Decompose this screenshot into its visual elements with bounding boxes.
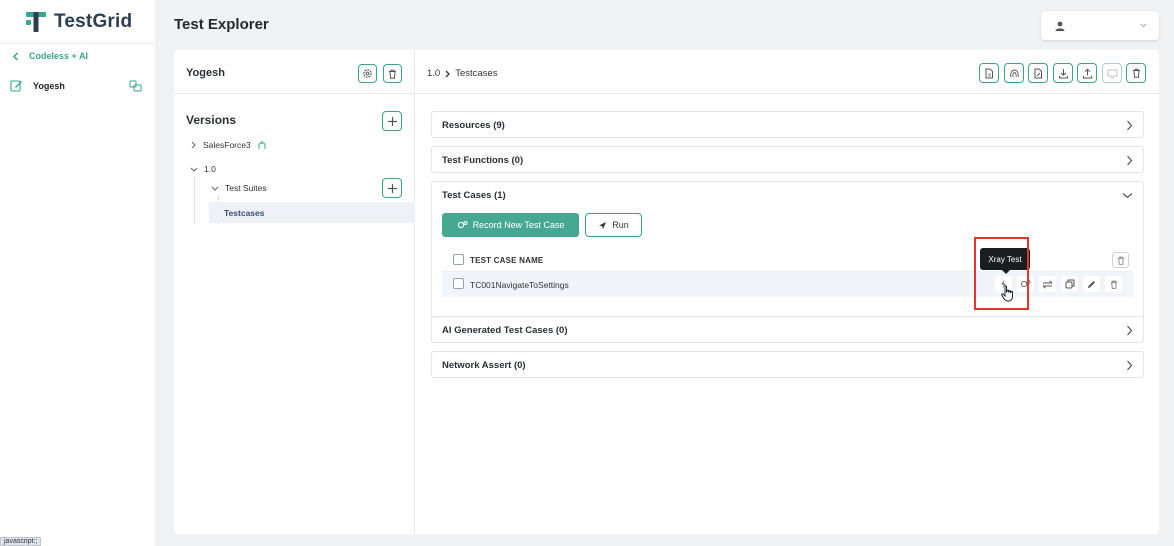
record-gear-icon — [457, 221, 468, 229]
add-suite-button[interactable] — [382, 178, 402, 198]
project-tree-pane: Yogesh Versions SalesForce3 1.0 Test Sui… — [174, 50, 415, 534]
project-delete-button[interactable] — [383, 64, 402, 83]
tree-guide-line — [194, 176, 195, 224]
breadcrumb-current: Testcases — [455, 68, 498, 79]
toolbar-edit-file-button[interactable] — [1028, 63, 1048, 83]
pencil-icon — [1088, 280, 1095, 288]
project-header: Yogesh — [174, 50, 415, 94]
record-new-test-case-button[interactable]: Record New Test Case — [442, 213, 579, 237]
tree-item-version[interactable]: 1.0 — [190, 164, 216, 174]
toolbar-fingerprint-button[interactable] — [1004, 63, 1024, 83]
chevron-right-icon — [1127, 120, 1133, 131]
chevron-down-icon — [1140, 23, 1147, 28]
plus-icon — [387, 116, 397, 126]
plus-icon — [387, 183, 397, 193]
section-test-functions-label: Test Functions (0) — [442, 155, 524, 166]
toolbar-delete-button[interactable] — [1126, 63, 1146, 83]
table-row[interactable]: TC001NavigateToSettings — [442, 272, 1133, 297]
back-to-codeless-link[interactable]: Codeless + AI — [12, 51, 88, 61]
edit-test-case-button[interactable] — [1083, 276, 1100, 292]
section-ai-generated-label: AI Generated Test Cases (0) — [442, 325, 568, 336]
switch-project-icon[interactable] — [129, 80, 142, 94]
tree-item-project[interactable]: SalesForce3 — [190, 140, 267, 150]
send-icon — [599, 221, 607, 229]
testgrid-logo-icon — [26, 12, 46, 32]
versions-title: Versions — [186, 113, 237, 127]
upload-icon — [1082, 68, 1092, 78]
trash-icon — [1117, 256, 1124, 265]
run-button-label: Run — [612, 220, 629, 230]
tree-project-label: SalesForce3 — [203, 140, 251, 150]
test-case-name[interactable]: TC001NavigateToSettings — [470, 280, 569, 290]
chevron-right-icon — [445, 70, 451, 77]
select-all-checkbox[interactable] — [453, 254, 464, 265]
bulk-delete-button[interactable] — [1112, 252, 1129, 268]
delete-test-case-button[interactable] — [1105, 276, 1122, 292]
trash-icon — [389, 69, 396, 79]
testgrid-logo[interactable]: TestGrid — [26, 11, 132, 33]
project-settings-button[interactable] — [358, 64, 377, 83]
section-resources-label: Resources (9) — [442, 120, 505, 131]
chevron-right-icon — [1127, 325, 1133, 336]
toolbar-upload-button[interactable] — [1077, 63, 1097, 83]
nav-divider — [0, 43, 155, 44]
copy-test-case-button[interactable] — [1061, 276, 1078, 292]
tree-item-test-suites[interactable]: Test Suites — [211, 183, 267, 193]
chevron-right-icon — [191, 141, 196, 149]
fingerprint-icon — [1009, 69, 1019, 77]
left-navigation: TestGrid Codeless + AI Yogesh — [0, 0, 155, 546]
run-button[interactable]: Run — [585, 213, 642, 237]
swap-arrows-icon — [1042, 279, 1053, 289]
download-icon — [1058, 68, 1068, 78]
app-name: TestGrid — [54, 11, 133, 32]
row-checkbox[interactable] — [453, 278, 464, 289]
edit-file-icon — [1034, 68, 1042, 78]
section-network-assert[interactable]: Network Assert (0) — [431, 351, 1144, 378]
section-test-cases-label[interactable]: Test Cases (1) — [442, 190, 506, 201]
page-title: Test Explorer — [174, 16, 269, 33]
breadcrumb-version[interactable]: 1.0 — [427, 68, 440, 79]
explorer-card: Yogesh Versions SalesForce3 1.0 Test Sui… — [174, 50, 1159, 534]
move-test-case-button[interactable] — [1039, 276, 1056, 292]
gear-icon — [363, 69, 372, 78]
trash-icon — [1110, 280, 1117, 289]
hand-cursor-icon — [1001, 285, 1013, 302]
toolbar-settings-disabled-button[interactable] — [1102, 63, 1122, 83]
monitor-settings-icon — [1107, 69, 1117, 78]
chevron-right-icon — [1127, 360, 1133, 371]
trash-icon — [1132, 68, 1140, 78]
branch-icon — [258, 141, 266, 149]
browser-status-bar: javascript:; — [0, 537, 42, 546]
back-link-label: Codeless + AI — [29, 51, 88, 61]
section-ai-generated[interactable]: AI Generated Test Cases (0) — [431, 316, 1144, 343]
sidebar-user-label: Yogesh — [33, 80, 65, 91]
document-icon — [985, 68, 993, 78]
profile-dropdown[interactable] — [1041, 11, 1159, 40]
add-version-button[interactable] — [382, 111, 402, 131]
chevron-down-icon — [211, 186, 219, 191]
toolbar-document-button[interactable] — [979, 63, 999, 83]
column-header-test-case-name: TEST CASE NAME — [470, 256, 544, 265]
chevron-right-icon — [1127, 155, 1133, 166]
toolbar-download-button[interactable] — [1053, 63, 1073, 83]
section-resources[interactable]: Resources (9) — [431, 111, 1144, 138]
breadcrumb: 1.0 Testcases — [427, 68, 497, 79]
sidebar-item-user[interactable]: Yogesh — [10, 79, 146, 92]
tree-item-testcases[interactable]: Testcases — [209, 202, 415, 223]
copy-icon — [1065, 279, 1074, 289]
section-test-functions[interactable]: Test Functions (0) — [431, 146, 1144, 173]
tree-testcases-label: Testcases — [224, 208, 265, 218]
section-network-assert-label: Network Assert (0) — [442, 360, 526, 371]
project-title: Yogesh — [186, 67, 225, 79]
record-button-label: Record New Test Case — [472, 220, 565, 230]
chevron-left-icon — [12, 51, 19, 61]
chevron-down-icon — [190, 167, 198, 172]
testcases-header: 1.0 Testcases — [416, 50, 1159, 94]
edit-project-icon — [10, 80, 22, 92]
tree-suites-label: Test Suites — [225, 183, 267, 193]
chevron-down-icon[interactable] — [1122, 192, 1133, 199]
user-icon — [1055, 21, 1065, 31]
tree-version-label: 1.0 — [204, 164, 216, 174]
